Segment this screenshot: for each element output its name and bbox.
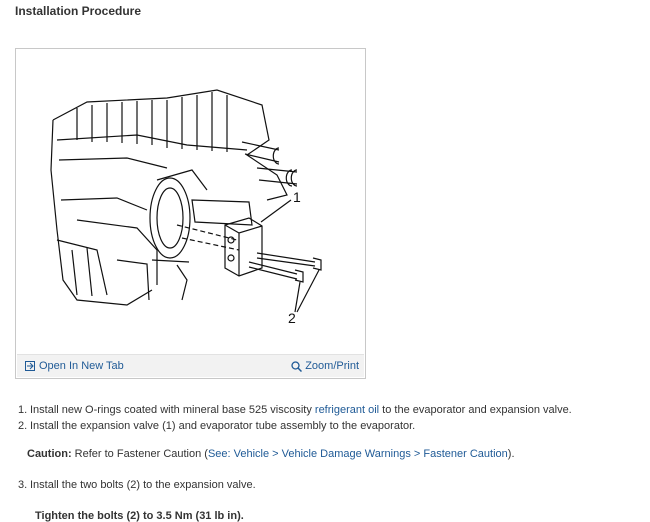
figure-toolbar: Open In New Tab Zoom/Print [17,354,364,377]
callout-2: 2 [288,310,296,326]
step-text: Install the expansion valve (1) and evap… [30,420,416,432]
bolt-upper [256,252,322,271]
callout-1: 1 [293,189,301,205]
procedure-step: 1. Install new O-rings coated with miner… [18,402,572,418]
flange-plate [191,199,253,226]
figure-illustration: 1 2 [17,50,364,354]
zoom-print-label: Zoom/Print [305,360,359,372]
expansion-valve-diagram: 1 2 [50,89,322,326]
housing-top-edge [52,89,288,201]
caution-text: Refer to Fastener Caution ( [71,448,208,460]
zoom-print-link[interactable]: Zoom/Print [291,360,359,372]
figure-container: 1 2 Open In New Tab Zoom/Print [15,48,366,379]
procedure-step: 3. Install the two bolts (2) to the expa… [18,479,256,491]
open-in-new-tab-link[interactable]: Open In New Tab [25,360,124,372]
open-in-new-tab-label: Open In New Tab [39,360,124,372]
section-heading: Installation Procedure [15,4,142,18]
external-tab-icon [25,361,35,371]
caution-text-end: ). [507,448,515,460]
torque-spec: Tighten the bolts (2) to 3.5 Nm (31 lb i… [35,510,244,522]
refrigerant-oil-link[interactable]: refrigerant oil [315,404,379,416]
expansion-valve [224,217,263,277]
step-text: Install the two bolts (2) to the expansi… [30,479,256,491]
housing-left-edge [50,119,153,306]
procedure-steps: 1. Install new O-rings coated with miner… [18,402,572,434]
step-text-part: Install new O-rings coated with mineral … [30,404,315,416]
o-ring [149,177,191,259]
step-text: Install new O-rings coated with mineral … [30,402,572,418]
step-number: 3. [18,479,28,491]
bolt-lower [248,261,304,283]
step-text-part: to the evaporator and expansion valve. [379,404,572,416]
caution-label: Caution: [27,448,72,460]
magnifier-icon [291,360,303,372]
caution-note: Caution: Refer to Fastener Caution (See:… [27,448,515,460]
step-number: 2. [18,420,28,432]
procedure-step: 2. Install the expansion valve (1) and e… [18,418,572,434]
step-number: 1. [18,404,28,416]
hose-lower [256,167,298,187]
fastener-caution-link[interactable]: See: Vehicle > Vehicle Damage Warnings >… [208,448,508,460]
